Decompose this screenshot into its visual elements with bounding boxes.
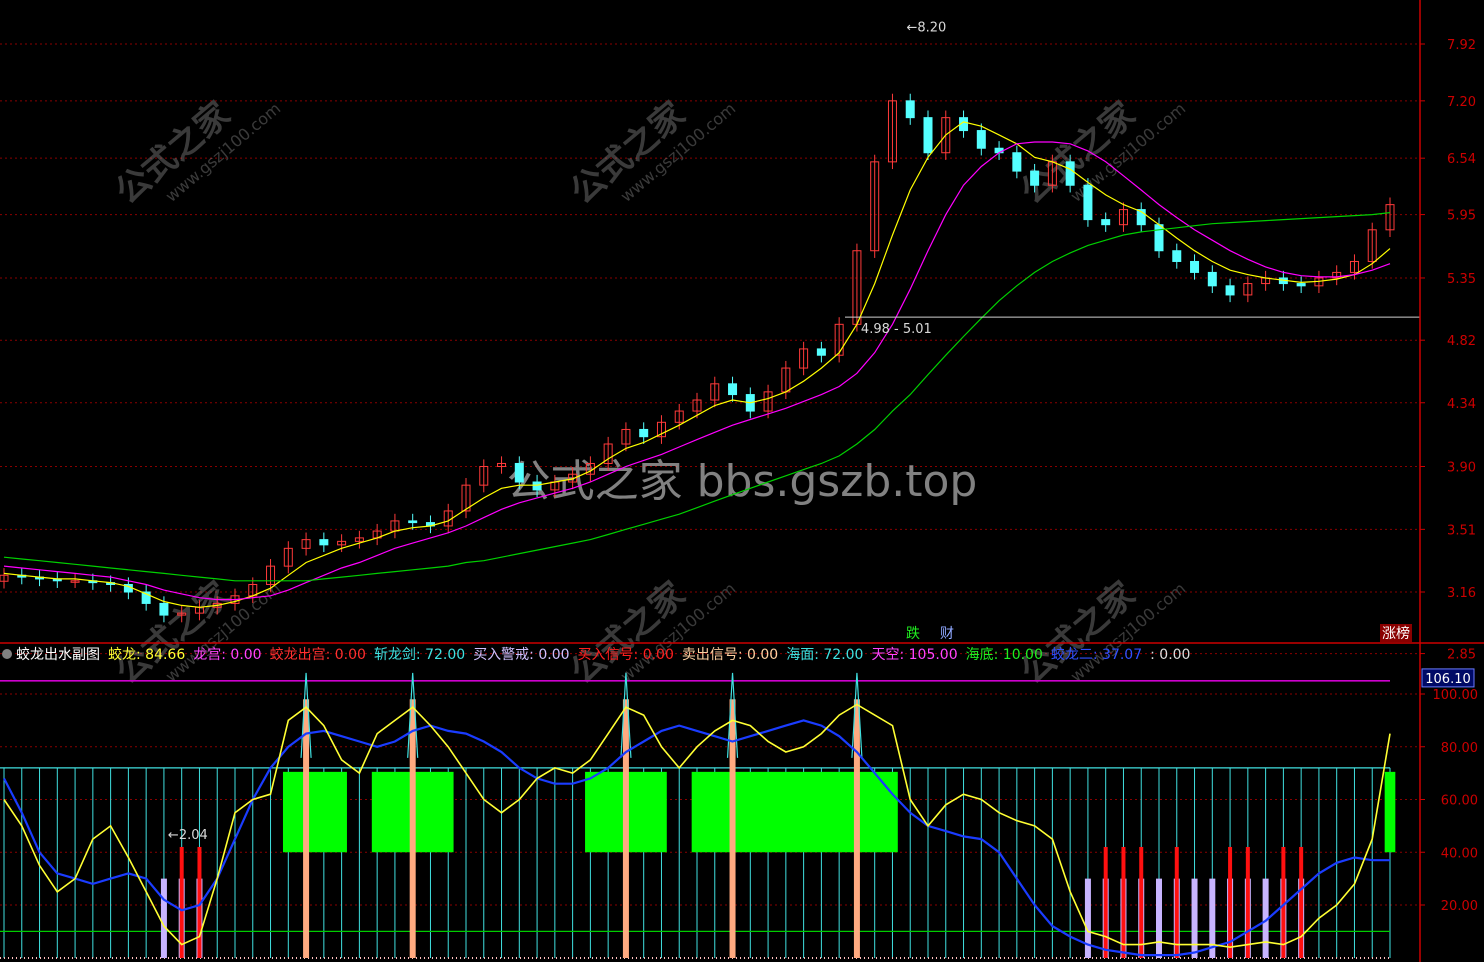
current-value-text: 106.10 bbox=[1425, 672, 1471, 687]
indicator-value-7: 海面: 72.00 bbox=[786, 647, 863, 663]
orange-signal-bar bbox=[409, 699, 416, 958]
indicator-tick-label: 20.00 bbox=[1441, 899, 1478, 914]
red-buy-bar bbox=[1121, 846, 1126, 958]
price-tick-label: 5.95 bbox=[1447, 209, 1476, 224]
candle-body bbox=[1154, 224, 1164, 252]
candle-body bbox=[1225, 285, 1235, 296]
watermark-stamp: 公式之家www.gszj100.com bbox=[1013, 574, 1189, 692]
candle-body bbox=[1030, 170, 1040, 186]
price-tick-label: 4.34 bbox=[1447, 397, 1476, 412]
watermark-stamp: 公式之家www.gszj100.com bbox=[563, 574, 739, 692]
chart-window: 公式之家 www.gszj100.com 公式之家 www.gszj100.com 公式… bbox=[0, 0, 1484, 962]
candle-body bbox=[408, 520, 418, 524]
reference-range-label: 4.98 - 5.01 bbox=[861, 322, 932, 337]
candle-body bbox=[976, 130, 986, 149]
candle-body bbox=[319, 539, 329, 546]
indicator-tick-label: 60.00 bbox=[1441, 794, 1478, 809]
chart-canvas[interactable]: 公式之家www.gszj100.com 公式之家www.gszj100.com 公式… bbox=[0, 0, 1484, 962]
orange-signal-bar bbox=[622, 699, 629, 958]
green-signal-block bbox=[1384, 771, 1396, 853]
watermark-stamp: 公式之家www.gszj100.com bbox=[1013, 94, 1189, 212]
event-label-down: 跌 bbox=[906, 626, 920, 642]
indicator-value-2: 蛟龙出宫: 0.00 bbox=[270, 647, 366, 663]
low-price-label: ←2.04 bbox=[168, 828, 208, 843]
indicator-value-10: 蛟龙二: 37.07 bbox=[1051, 647, 1142, 663]
price-tick-label: 7.20 bbox=[1447, 95, 1476, 110]
price-tick-label: 5.35 bbox=[1447, 272, 1476, 287]
event-label-finance: 财 bbox=[940, 626, 954, 642]
indicator-value-4: 买入警戒: 0.00 bbox=[473, 647, 569, 663]
red-buy-bar bbox=[1174, 846, 1179, 958]
indicator-layer bbox=[0, 672, 1396, 959]
lavender-warning-bar bbox=[1191, 878, 1198, 958]
orange-signal-bar bbox=[853, 699, 860, 958]
candle-body bbox=[1101, 219, 1111, 226]
panel-collapse-icon bbox=[2, 649, 12, 659]
price-tick-label: 7.92 bbox=[1447, 38, 1476, 53]
red-buy-bar bbox=[179, 846, 184, 958]
candle-body bbox=[1207, 271, 1217, 287]
indicator-tick-label: 100.00 bbox=[1433, 688, 1479, 703]
indicator-value-3: 斩龙剑: 72.00 bbox=[374, 647, 465, 663]
ma10-line bbox=[3, 121, 1391, 608]
indicator-value-8: 天空: 105.00 bbox=[871, 647, 957, 663]
indicator-value-0: 蛟龙: 84.66 bbox=[108, 647, 185, 663]
indicator-value-9: 海底: 10.00 bbox=[966, 647, 1043, 663]
candle-body bbox=[1172, 250, 1182, 262]
candle-body bbox=[1065, 161, 1075, 186]
price-tick-label: 2.85 bbox=[1447, 648, 1476, 663]
candle-body bbox=[1012, 152, 1022, 172]
indicator-tick-label: 40.00 bbox=[1441, 846, 1478, 861]
green-signal-block bbox=[691, 771, 898, 853]
red-buy-bar bbox=[1103, 846, 1108, 958]
lavender-warning-bar bbox=[1156, 878, 1162, 958]
candle-body bbox=[639, 428, 649, 438]
orange-signal-bar bbox=[729, 699, 736, 958]
watermark-big-text: 公式之家 bbs.gszb.top bbox=[507, 456, 978, 507]
indicator-value-6: 卖出信号: 0.00 bbox=[682, 647, 778, 663]
high-price-label: ←8.20 bbox=[906, 20, 946, 35]
indicator-value-5: 买入信号: 0.00 bbox=[578, 647, 674, 663]
watermark-stamp: 公式之家www.gszj100.com bbox=[563, 94, 739, 212]
ma20-line bbox=[3, 141, 1391, 601]
candle-body bbox=[1190, 260, 1200, 273]
indicator-tick-label: 80.00 bbox=[1441, 741, 1478, 756]
candle-body bbox=[514, 462, 524, 483]
candle-body bbox=[905, 100, 915, 119]
watermark-layer: 公式之家www.gszj100.com 公式之家www.gszj100.com 公式… bbox=[108, 94, 1189, 692]
corner-badge-text: 涨榜 bbox=[1382, 625, 1410, 642]
orange-signal-bar bbox=[303, 699, 310, 958]
candle-body bbox=[532, 481, 542, 491]
candle-body bbox=[1083, 184, 1093, 221]
candle-body bbox=[159, 602, 169, 616]
price-tick-label: 4.82 bbox=[1447, 334, 1476, 349]
candle-body bbox=[1296, 283, 1306, 287]
red-buy-bar bbox=[1245, 846, 1250, 958]
candle-body bbox=[923, 117, 933, 154]
price-tick-label: 3.51 bbox=[1447, 523, 1476, 538]
green-signal-block bbox=[282, 771, 347, 853]
lavender-warning-bar bbox=[160, 878, 167, 958]
indicator-value-1: 龙宫: 0.00 bbox=[193, 647, 261, 663]
candle-body bbox=[728, 383, 738, 396]
indicator-title: 蛟龙出水副图 bbox=[16, 647, 100, 663]
price-tick-label: 3.16 bbox=[1447, 586, 1476, 601]
candle-body bbox=[816, 348, 826, 356]
price-tick-label: 3.90 bbox=[1447, 461, 1476, 476]
red-buy-bar bbox=[1139, 846, 1144, 958]
red-buy-bar bbox=[1299, 846, 1304, 958]
price-tick-label: 6.54 bbox=[1447, 152, 1476, 167]
indicator-value-11: : 0.00 bbox=[1150, 647, 1190, 663]
watermark-stamp: 公式之家www.gszj100.com bbox=[108, 94, 284, 212]
